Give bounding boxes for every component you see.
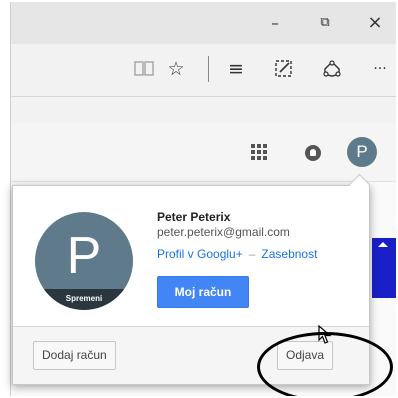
privacy-link[interactable]: Zasebnost [261, 247, 317, 261]
hub-icon[interactable]: ≡ [225, 58, 247, 80]
page-blue-element [372, 238, 396, 298]
restore-button[interactable]: ⧉ [315, 14, 335, 32]
close-button[interactable]: × [365, 14, 385, 32]
minimize-button[interactable]: – [265, 14, 285, 32]
notifications-bell-icon[interactable] [305, 145, 321, 161]
google-header-bar: P [10, 123, 396, 182]
more-icon[interactable]: ··· [367, 58, 393, 80]
favorites-star-icon[interactable]: ☆ [165, 58, 187, 80]
sign-out-highlight-ellipse [257, 332, 393, 396]
favorites-bar [10, 96, 396, 124]
account-email: peter.peterix@gmail.com [157, 225, 290, 239]
account-name: Peter Peterix [157, 210, 231, 224]
link-separator: – [248, 247, 256, 261]
title-bar: – ⧉ × [10, 2, 396, 44]
account-avatar-button[interactable]: P [347, 137, 377, 167]
google-plus-profile-link[interactable]: Profil v Googlu+ [157, 247, 243, 261]
reading-view-icon[interactable] [133, 58, 155, 80]
avatar-letter: P [66, 227, 102, 285]
browser-window: – ⧉ × ☆ ≡ ··· P P Spremeni Peter Peterix… [2, 2, 396, 396]
add-account-button[interactable]: Dodaj račun [33, 341, 116, 370]
account-links: Profil v Googlu+ – Zasebnost [157, 247, 317, 261]
change-photo-label[interactable]: Spremeni [35, 289, 133, 310]
browser-toolbar: ☆ ≡ ··· [10, 44, 396, 96]
profile-avatar[interactable]: P Spremeni [35, 212, 133, 310]
toolbar-separator [208, 56, 209, 82]
apps-grid-icon[interactable] [251, 144, 267, 160]
my-account-button[interactable]: Moj račun [157, 276, 249, 308]
share-icon[interactable] [321, 58, 343, 80]
web-note-icon[interactable] [273, 58, 295, 80]
